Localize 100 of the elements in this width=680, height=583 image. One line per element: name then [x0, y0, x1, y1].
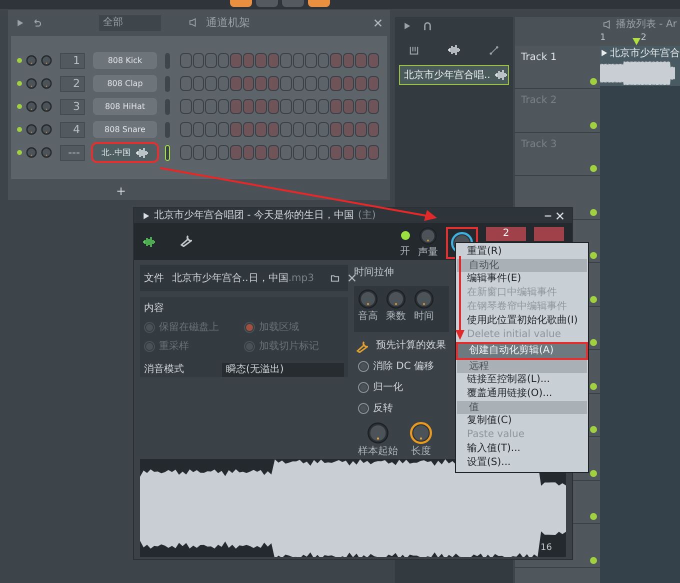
step-button[interactable]: [218, 53, 229, 68]
pan-knob-icon[interactable]: [26, 124, 37, 136]
step-button[interactable]: [368, 145, 379, 160]
track-led[interactable]: [590, 513, 597, 520]
wrench-icon[interactable]: [354, 338, 368, 352]
step-button[interactable]: [318, 145, 329, 160]
menu-item[interactable]: 覆盖通用链接(O)...: [456, 387, 588, 401]
step-button[interactable]: [230, 99, 242, 114]
magnet-icon[interactable]: [423, 22, 432, 30]
step-button[interactable]: [318, 99, 329, 114]
step-button[interactable]: [230, 145, 242, 160]
step-button[interactable]: [330, 99, 342, 114]
step-button[interactable]: [318, 53, 329, 68]
track-led[interactable]: [590, 382, 597, 390]
step-button[interactable]: [205, 53, 216, 68]
step-button[interactable]: [268, 53, 279, 68]
step-button[interactable]: [355, 99, 366, 114]
step-button[interactable]: [205, 99, 216, 114]
toolbar-button[interactable]: [230, 0, 252, 7]
volume-knob-icon[interactable]: [41, 124, 52, 136]
channel-number[interactable]: 3: [60, 98, 85, 115]
track-led[interactable]: [590, 252, 597, 259]
step-button[interactable]: [368, 53, 379, 68]
step-button[interactable]: [280, 99, 292, 114]
menu-item[interactable]: 输入值(T)...: [456, 442, 588, 456]
play-icon[interactable]: [403, 22, 411, 30]
step-button[interactable]: [218, 145, 229, 160]
radio-button[interactable]: [144, 322, 155, 333]
step-button[interactable]: [180, 99, 192, 114]
radio-button[interactable]: [244, 322, 255, 333]
pan-knob-icon[interactable]: [26, 101, 37, 112]
step-button[interactable]: [368, 99, 379, 114]
step-button[interactable]: [330, 122, 342, 138]
step-button[interactable]: [330, 76, 342, 92]
automation-icon[interactable]: [489, 46, 499, 54]
step-button[interactable]: [305, 53, 316, 68]
step-button[interactable]: [342, 99, 354, 114]
add-channel-button[interactable]: +: [116, 182, 126, 200]
step-button[interactable]: [218, 76, 229, 92]
menu-item[interactable]: 编辑事件(E): [456, 272, 588, 286]
led-icon[interactable]: [400, 231, 410, 240]
radio-button[interactable]: [358, 403, 369, 414]
toolbar-button[interactable]: [308, 0, 330, 7]
step-button[interactable]: [255, 122, 266, 138]
step-button[interactable]: [255, 76, 266, 92]
step-button[interactable]: [305, 145, 316, 160]
track-led[interactable]: [590, 165, 597, 172]
menu-item[interactable]: 复制值(C): [456, 414, 588, 428]
filter-dropdown[interactable]: 全部: [99, 14, 161, 31]
track-name[interactable]: Track 1: [521, 50, 557, 64]
step-button[interactable]: [355, 122, 366, 138]
step-button[interactable]: [180, 76, 192, 92]
step-button[interactable]: [192, 53, 204, 68]
step-button[interactable]: [268, 122, 279, 138]
volume-knob-icon[interactable]: [41, 55, 52, 66]
step-button[interactable]: [280, 122, 292, 138]
channel-name-button[interactable]: 808 Clap: [93, 75, 157, 92]
step-button[interactable]: [230, 122, 242, 138]
step-button[interactable]: [205, 122, 216, 138]
pan-knob-icon[interactable]: [26, 147, 37, 158]
step-button[interactable]: [355, 53, 366, 68]
pan-knob-icon[interactable]: [26, 55, 37, 66]
step-button[interactable]: [180, 145, 192, 160]
channel-number[interactable]: 2: [60, 76, 85, 92]
menu-item[interactable]: 链接至控制器(L)...: [456, 373, 588, 387]
step-button[interactable]: [342, 145, 354, 160]
volume-knob-icon[interactable]: [41, 78, 52, 90]
play-icon[interactable]: [142, 212, 150, 220]
step-button[interactable]: [368, 76, 379, 92]
step-button[interactable]: [305, 122, 316, 138]
radio-button[interactable]: [244, 341, 255, 352]
step-button[interactable]: [342, 76, 354, 92]
undo-icon[interactable]: [32, 18, 41, 28]
track-led[interactable]: [590, 296, 597, 302]
track-led[interactable]: [590, 339, 597, 346]
radio-button[interactable]: [358, 382, 369, 393]
track-led[interactable]: [590, 426, 597, 433]
menu-item[interactable]: 创建自动化剪辑(A): [456, 342, 588, 360]
menu-item[interactable]: 重置(R): [456, 245, 588, 259]
step-button[interactable]: [192, 99, 204, 114]
piano-icon[interactable]: [409, 46, 419, 54]
step-button[interactable]: [292, 76, 304, 92]
step-button[interactable]: [268, 145, 279, 160]
step-button[interactable]: [355, 145, 366, 160]
menu-item[interactable]: 使用此位置初始化歌曲(I): [456, 314, 588, 328]
step-button[interactable]: [230, 76, 242, 92]
step-button[interactable]: [218, 99, 229, 114]
track-led[interactable]: [590, 208, 597, 216]
step-button[interactable]: [268, 76, 279, 92]
wrench-icon[interactable]: [178, 233, 192, 247]
close-icon[interactable]: [374, 18, 382, 27]
step-button[interactable]: [230, 53, 242, 68]
step-button[interactable]: [280, 145, 292, 160]
channel-name-button[interactable]: 北..中国: [93, 144, 157, 162]
volume-knob-icon[interactable]: [41, 101, 52, 112]
step-button[interactable]: [255, 99, 266, 114]
step-button[interactable]: [180, 122, 192, 138]
step-button[interactable]: [242, 76, 254, 92]
menu-item[interactable]: 设置(S)...: [456, 456, 588, 470]
step-button[interactable]: [318, 76, 329, 92]
